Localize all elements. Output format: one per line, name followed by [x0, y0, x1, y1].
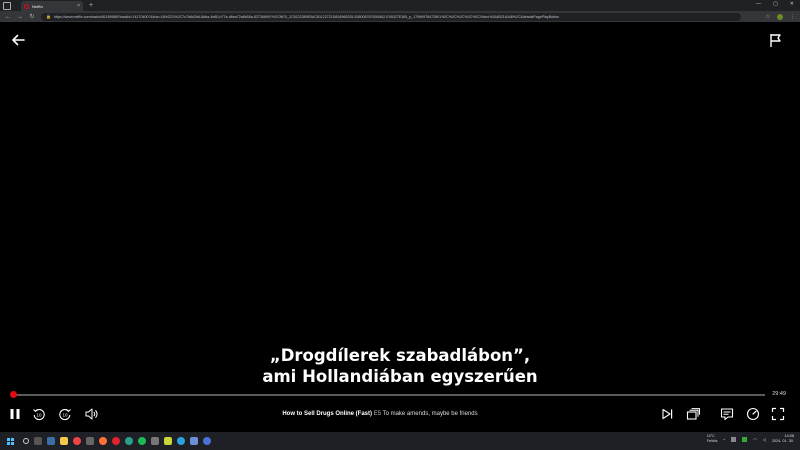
new-tab-button[interactable]: +: [89, 2, 93, 9]
episode-number: E5: [373, 411, 382, 417]
chrome-icon[interactable]: [73, 437, 81, 445]
browser-tab-bar: Netflix × + — ▢ ✕: [0, 0, 800, 11]
notes-icon[interactable]: [164, 437, 172, 445]
episodes-button[interactable]: [686, 407, 700, 421]
tab-title: Netflix: [32, 3, 44, 9]
url-text: https://www.netflix.com/watch/81189988?t…: [53, 14, 560, 19]
browser-menu-dots-icon[interactable]: ⋮: [790, 14, 795, 20]
edge-icon[interactable]: [125, 437, 133, 445]
weather-desc: Felhős: [706, 439, 718, 443]
firefox-icon[interactable]: [99, 437, 107, 445]
speaker-icon[interactable]: ◁: [763, 437, 766, 442]
minimize-button[interactable]: —: [756, 1, 761, 7]
progress-bar[interactable]: [10, 391, 765, 398]
messenger-icon[interactable]: [203, 437, 211, 445]
netflix-favicon-icon: [24, 3, 29, 9]
video-player[interactable]: „Drogdílerek szabadlábon”, ami Hollandiá…: [0, 22, 800, 432]
player-controls: 10 10 How to Sell Drugs Online (Fast) E5…: [0, 404, 800, 424]
fullscreen-button[interactable]: [771, 407, 785, 421]
subtitles-audio-button[interactable]: [720, 407, 734, 421]
episode-title: To make amends, maybe be friends: [382, 411, 478, 417]
episodes-icon: [686, 408, 700, 420]
window-controls: — ▢ ✕: [756, 1, 794, 7]
clock-date: 2024. 01. 30.: [771, 439, 794, 443]
playback-speed-icon: [746, 407, 760, 421]
maximize-button[interactable]: ▢: [773, 1, 778, 7]
time-remaining: 29:49: [772, 391, 786, 397]
tab-close-icon[interactable]: ×: [77, 3, 80, 9]
show-title: How to Sell Drugs Online (Fast): [282, 411, 373, 417]
reload-icon[interactable]: ↻: [28, 13, 36, 20]
tray-app-icon[interactable]: [731, 436, 737, 442]
subtitle-line-2: ami Hollandiában egyszerűen: [262, 367, 538, 386]
chevron-up-icon[interactable]: ^: [723, 437, 725, 442]
task-view-icon[interactable]: [34, 437, 42, 445]
forward-nav-icon[interactable]: →: [16, 14, 24, 20]
playback-speed-button[interactable]: [746, 407, 760, 421]
clock[interactable]: 14:08 2024. 01. 30.: [772, 434, 794, 444]
toolbar-right: ☆ ⋮: [766, 13, 795, 20]
os-taskbar: 10°C Felhős ^ ◠ ◁ 14:08 2024. 01. 30.: [0, 432, 800, 450]
subtitle-line-1: „Drogdílerek szabadlábon”,: [269, 346, 531, 365]
search-icon[interactable]: [23, 438, 29, 444]
mail-icon[interactable]: [190, 437, 198, 445]
close-window-button[interactable]: ✕: [790, 1, 794, 7]
file-explorer-icon[interactable]: [60, 437, 68, 445]
back-nav-icon[interactable]: ←: [4, 14, 12, 20]
system-tray: 10°C Felhős ^ ◠ ◁ 14:08 2024. 01. 30.: [707, 434, 794, 444]
app-icon[interactable]: [86, 437, 94, 445]
opera-icon[interactable]: [112, 437, 120, 445]
episode-info: How to Sell Drugs Online (Fast) E5 To ma…: [0, 411, 760, 417]
tray-app-icon-2[interactable]: [742, 436, 748, 442]
telegram-icon[interactable]: [177, 437, 185, 445]
profile-avatar[interactable]: [777, 13, 783, 20]
next-episode-icon: [662, 408, 673, 420]
start-icon[interactable]: [7, 437, 14, 445]
tab-netflix[interactable]: Netflix ×: [21, 1, 83, 11]
address-bar-row: ← → ↻ 🔒 https://www.netflix.com/watch/81…: [0, 11, 800, 22]
spotify-icon[interactable]: [138, 437, 146, 445]
widgets-icon[interactable]: [47, 437, 55, 445]
report-flag-icon[interactable]: [768, 32, 784, 48]
weather-widget[interactable]: 10°C Felhős: [707, 434, 718, 444]
subtitles-icon: [720, 408, 734, 421]
bookmark-star-icon[interactable]: ☆: [766, 14, 770, 20]
back-arrow-icon[interactable]: [10, 32, 26, 48]
subtitles: „Drogdílerek szabadlábon”, ami Hollandiá…: [0, 345, 800, 387]
fullscreen-icon: [771, 407, 785, 421]
url-input[interactable]: 🔒 https://www.netflix.com/watch/81189988…: [41, 12, 741, 21]
app-icon-2[interactable]: [151, 437, 159, 445]
browser-menu-icon[interactable]: [3, 1, 11, 10]
scrubber-handle[interactable]: [10, 391, 18, 398]
lock-icon: 🔒: [46, 14, 51, 19]
next-episode-button[interactable]: [660, 407, 674, 421]
wifi-icon[interactable]: ◠: [753, 437, 757, 442]
